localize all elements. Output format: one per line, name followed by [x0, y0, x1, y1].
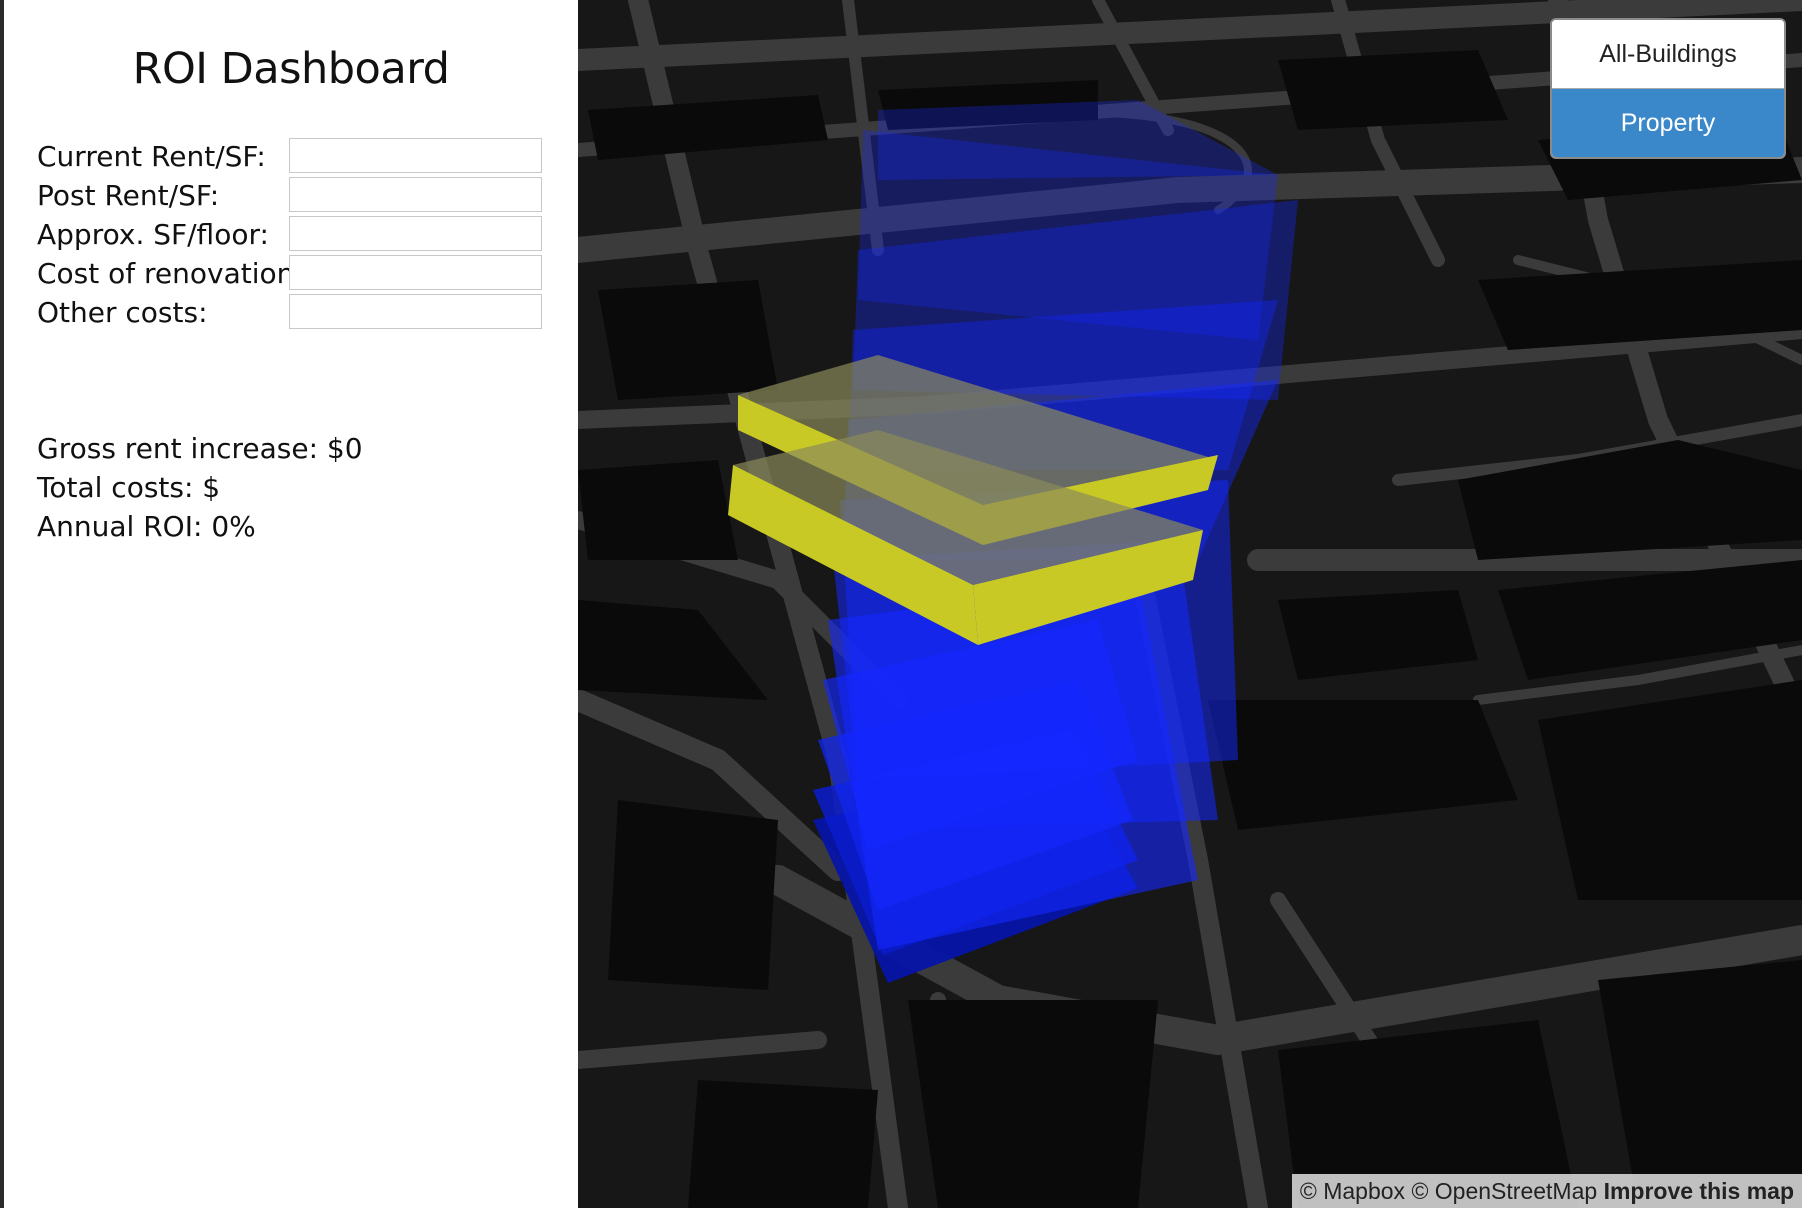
- post-rent-label: Post Rent/SF:: [37, 179, 220, 212]
- improve-map-link[interactable]: Improve this map: [1604, 1178, 1794, 1204]
- current-rent-input[interactable]: [289, 138, 542, 173]
- layer-toggle[interactable]: All-Buildings Property: [1550, 18, 1786, 159]
- renovation-cost-input[interactable]: [289, 255, 542, 290]
- renovation-cost-label: Cost of renovation:: [37, 257, 304, 290]
- mapbox-attribution-link[interactable]: © Mapbox: [1300, 1178, 1405, 1204]
- total-costs: Total costs: $: [37, 471, 221, 504]
- other-costs-input[interactable]: [289, 294, 542, 329]
- other-costs-label: Other costs:: [37, 296, 208, 329]
- dashboard-title: ROI Dashboard: [132, 44, 450, 94]
- renovation-cost-row: Cost of renovation:: [34, 255, 554, 292]
- post-rent-input[interactable]: [289, 177, 542, 212]
- map-attribution: © Mapbox © OpenStreetMap Improve this ma…: [1291, 1174, 1802, 1208]
- other-costs-row: Other costs:: [34, 294, 554, 331]
- post-rent-row: Post Rent/SF:: [34, 177, 554, 214]
- all-buildings-option[interactable]: All-Buildings: [1552, 20, 1784, 89]
- current-rent-label: Current Rent/SF:: [37, 140, 266, 173]
- sf-per-floor-label: Approx. SF/floor:: [37, 218, 269, 251]
- current-rent-row: Current Rent/SF:: [34, 138, 554, 175]
- annual-roi: Annual ROI: 0%: [37, 510, 256, 543]
- property-option[interactable]: Property: [1552, 89, 1784, 157]
- sf-per-floor-row: Approx. SF/floor:: [34, 216, 554, 253]
- sf-per-floor-input[interactable]: [289, 216, 542, 251]
- osm-attribution-link[interactable]: © OpenStreetMap: [1411, 1178, 1597, 1204]
- gross-rent-increase: Gross rent increase: $0: [37, 432, 363, 465]
- roi-dashboard-panel: ROI Dashboard Current Rent/SF: Post Rent…: [0, 0, 578, 1208]
- map-canvas[interactable]: [578, 0, 1802, 1208]
- map-view[interactable]: All-Buildings Property © Mapbox © OpenSt…: [578, 0, 1802, 1208]
